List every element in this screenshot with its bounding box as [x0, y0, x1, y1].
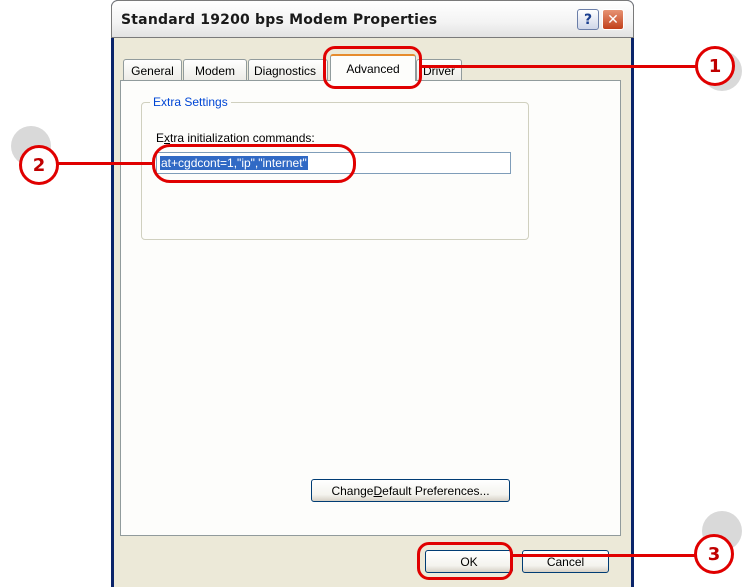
close-button[interactable]: ✕: [602, 9, 624, 30]
annotation-ring-ok: [417, 542, 513, 580]
tab-diagnostics[interactable]: Diagnostics: [248, 59, 328, 81]
close-icon: ✕: [607, 11, 619, 28]
help-button[interactable]: ?: [577, 9, 599, 30]
annotation-leader-1: [422, 65, 698, 68]
tab-modem[interactable]: Modem: [183, 59, 247, 81]
window-title: Standard 19200 bps Modem Properties: [121, 12, 438, 28]
tab-general[interactable]: General: [123, 59, 182, 81]
extra-settings-label: Extra Settings: [150, 95, 231, 109]
tab-driver[interactable]: Driver: [416, 59, 462, 81]
annotation-ring-init-field: [152, 144, 356, 183]
change-default-preferences-button[interactable]: Change Default Preferences...: [311, 479, 510, 502]
extra-init-commands-label: Extra initialization commands:: [156, 131, 315, 145]
annotation-badge-3: 3: [694, 534, 734, 574]
annotation-leader-2: [56, 162, 154, 165]
annotation-badge-2: 2: [19, 145, 59, 185]
annotation-leader-3: [513, 554, 698, 557]
tab-advanced[interactable]: Advanced: [330, 54, 416, 81]
annotation-badge-1: 1: [695, 46, 735, 86]
